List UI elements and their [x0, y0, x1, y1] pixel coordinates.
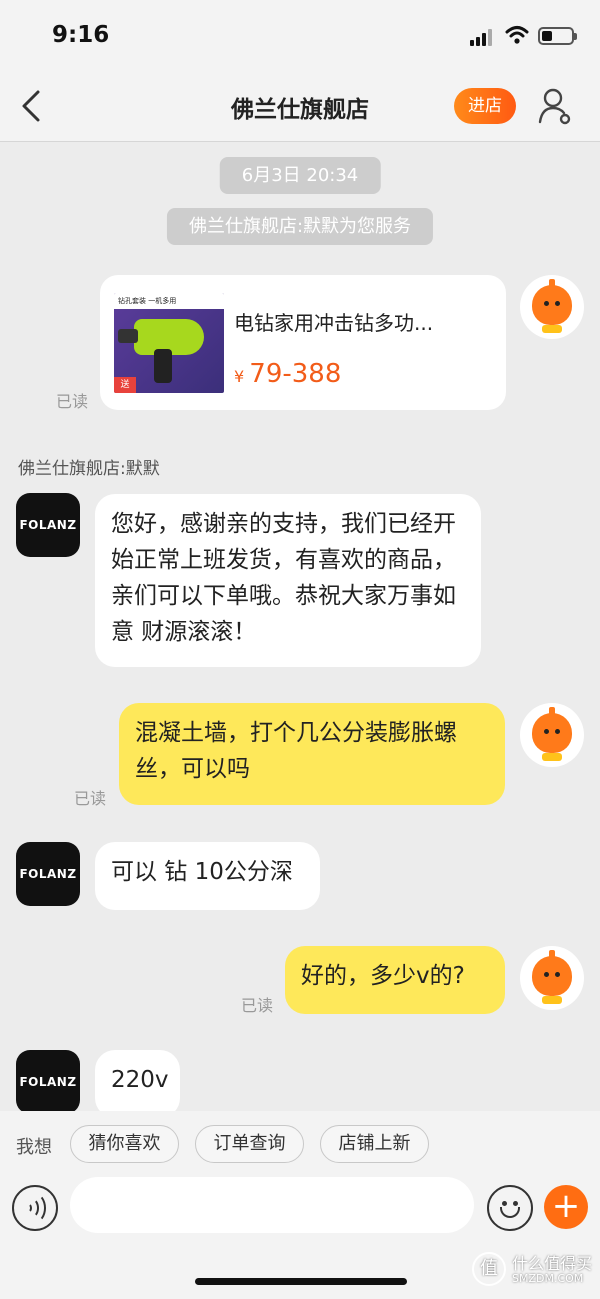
home-indicator[interactable]	[195, 1278, 407, 1285]
watermark-logo: 值	[472, 1252, 506, 1286]
watermark: 值 什么值得买 SMZDM.COM	[472, 1250, 598, 1290]
shop-avatar[interactable]: FOLANZ	[16, 1050, 80, 1114]
back-icon[interactable]	[18, 88, 48, 124]
thumbnail-header: 钻孔套装 一机多用	[114, 293, 224, 309]
voice-icon[interactable]	[12, 1185, 58, 1231]
product-thumbnail: 钻孔套装 一机多用 送	[114, 293, 224, 393]
watermark-text: 什么值得买	[512, 1254, 593, 1273]
signal-icon	[470, 28, 494, 46]
product-card[interactable]: 钻孔套装 一机多用 送 电钻家用冲击钻多功... ¥ 79-388	[100, 275, 506, 410]
quick-reply-bar: 我想 猜你喜欢 订单查询 店铺上新	[0, 1111, 600, 1177]
chip-shop-new[interactable]: 店铺上新	[320, 1125, 429, 1163]
bowtie-icon	[542, 753, 562, 761]
read-receipt: 已读	[74, 789, 107, 808]
status-bar: 9:16	[0, 0, 600, 72]
quick-reply-prompt: 我想	[16, 1137, 52, 1158]
self-avatar[interactable]	[520, 703, 584, 767]
chip-order-query[interactable]: 订单查询	[195, 1125, 304, 1163]
currency-symbol: ¥	[234, 367, 245, 386]
shop-avatar[interactable]: FOLANZ	[16, 842, 80, 906]
price-range: 79-388	[249, 359, 342, 389]
self-avatar[interactable]	[520, 946, 584, 1010]
chat-header: 佛兰仕旗舰店 进店	[0, 72, 600, 142]
gift-tag: 送	[114, 377, 136, 393]
pumpkin-icon	[532, 707, 572, 753]
shop-message: 您好，感谢亲的支持，我们已经开始正常上班发货，有喜欢的商品，亲们可以下单哦。恭祝…	[95, 494, 481, 667]
shop-message: 可以 钻 10公分深	[95, 842, 320, 910]
sender-name: 佛兰仕旗舰店:默默	[18, 459, 160, 479]
product-title: 电钻家用冲击钻多功...	[234, 311, 434, 335]
self-avatar[interactable]	[520, 275, 584, 339]
product-price: ¥ 79-388	[234, 359, 341, 389]
read-receipt: 已读	[241, 996, 274, 1015]
battery-icon	[538, 27, 577, 45]
emoji-icon[interactable]	[487, 1185, 533, 1231]
wifi-icon	[505, 26, 529, 44]
shop-avatar[interactable]: FOLANZ	[16, 493, 80, 557]
chip-guess-you-like[interactable]: 猜你喜欢	[70, 1125, 179, 1163]
pumpkin-icon	[532, 279, 572, 325]
watermark-domain: SMZDM.COM	[512, 1272, 584, 1285]
add-icon[interactable]: +	[544, 1185, 588, 1229]
drill-handle	[154, 349, 172, 383]
drill-chuck	[118, 329, 138, 343]
self-message: 好的，多少v的?	[285, 946, 505, 1014]
shop-message: 220v	[95, 1050, 180, 1118]
service-notice: 佛兰仕旗舰店:默默为您服务	[166, 208, 434, 245]
self-message: 混凝土墙，打个几公分装膨胀螺丝，可以吗	[119, 703, 505, 805]
status-time: 9:16	[52, 22, 110, 48]
enter-shop-button[interactable]: 进店	[454, 88, 516, 124]
user-settings-icon[interactable]	[538, 86, 572, 126]
message-input[interactable]	[70, 1177, 474, 1233]
bowtie-icon	[542, 325, 562, 333]
read-receipt: 已读	[56, 392, 89, 411]
message-timestamp: 6月3日 20:34	[219, 157, 381, 194]
pumpkin-icon	[532, 950, 572, 996]
bowtie-icon	[542, 996, 562, 1004]
